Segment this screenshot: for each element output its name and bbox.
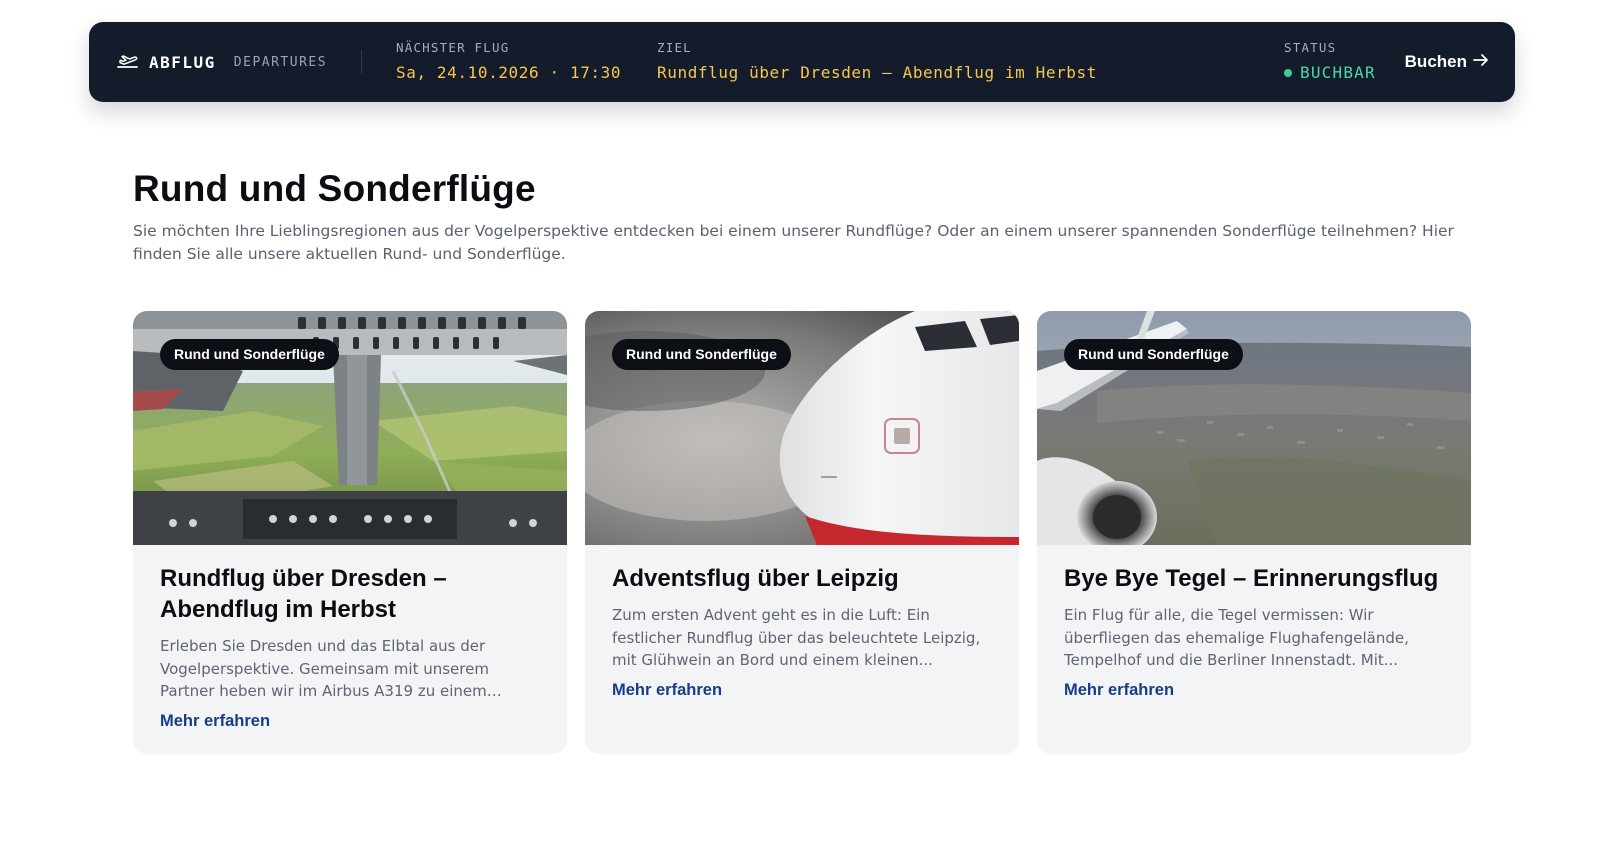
status-dot-icon [1284,69,1292,77]
section-title: Rund und Sonderflüge [133,168,536,209]
card-description: Ein Flug für alle, die Tegel vermissen: … [1064,606,1409,669]
card-image-aircraft-fog[interactable]: Rund und Sonderflüge [585,311,1019,545]
category-tag: Rund und Sonderflüge [160,339,339,370]
destination-value: Rundflug über Dresden — Abendflug im Her… [657,63,1098,82]
card-title[interactable]: Rundflug über Dresden – Abendflug im Her… [160,563,540,625]
status-field: STATUS BUCHBAR [1284,40,1376,83]
more-info-link[interactable]: Mehr erfahren [1064,681,1174,700]
arrow-right-icon [1473,52,1489,72]
category-tag: Rund und Sonderflüge [1064,339,1243,370]
destination-label: ZIEL [657,40,692,55]
card-title[interactable]: Adventsflug über Leipzig [612,563,992,594]
flight-card-list: Rund und Sonderflüge Rundflug über Dresd… [133,311,1471,753]
brand-name: ABFLUG [149,52,216,72]
section-intro: Sie möchten Ihre Lieblingsregionen aus d… [133,222,1454,263]
card-title[interactable]: Bye Bye Tegel – Erinnerungsflug [1064,563,1444,594]
status-value: BUCHBAR [1284,63,1376,83]
card-image-cockpit[interactable]: Rund und Sonderflüge [133,311,567,545]
card-description: Zum ersten Advent geht es in die Luft: E… [612,606,981,669]
category-tag: Rund und Sonderflüge [612,339,791,370]
flight-card[interactable]: Rund und Sonderflüge Bye Bye Tegel – Eri… [1037,311,1471,753]
more-info-link[interactable]: Mehr erfahren [612,681,722,700]
destination-field: ZIEL Rundflug über Dresden — Abendflug i… [657,40,1097,83]
departure-board: ABFLUG DEPARTURES NÄCHSTER FLUG Sa, 24.1… [89,22,1515,102]
book-button-label: Buchen [1404,52,1467,71]
card-description: Erleben Sie Dresden und das Elbtal aus d… [160,637,489,700]
more-info-link[interactable]: Mehr erfahren [160,712,270,731]
brand-subtitle: DEPARTURES [233,54,328,70]
card-image-wing-city[interactable]: Rund und Sonderflüge [1037,311,1471,545]
next-flight-field: NÄCHSTER FLUG Sa, 24.10.2026 · 17:30 [396,40,621,83]
next-flight-value: Sa, 24.10.2026 · 17:30 [396,63,622,82]
brand[interactable]: ABFLUG DEPARTURES [117,22,327,102]
board-divider [361,50,362,74]
next-flight-label: NÄCHSTER FLUG [396,40,510,55]
status-text: BUCHBAR [1300,63,1376,82]
flight-card[interactable]: Rund und Sonderflüge Rundflug über Dresd… [133,311,567,753]
status-label: STATUS [1284,40,1337,55]
flight-card[interactable]: Rund und Sonderflüge Adventsflug über Le… [585,311,1019,753]
book-button[interactable]: Buchen [1405,22,1489,102]
plane-departure-icon [117,54,139,70]
